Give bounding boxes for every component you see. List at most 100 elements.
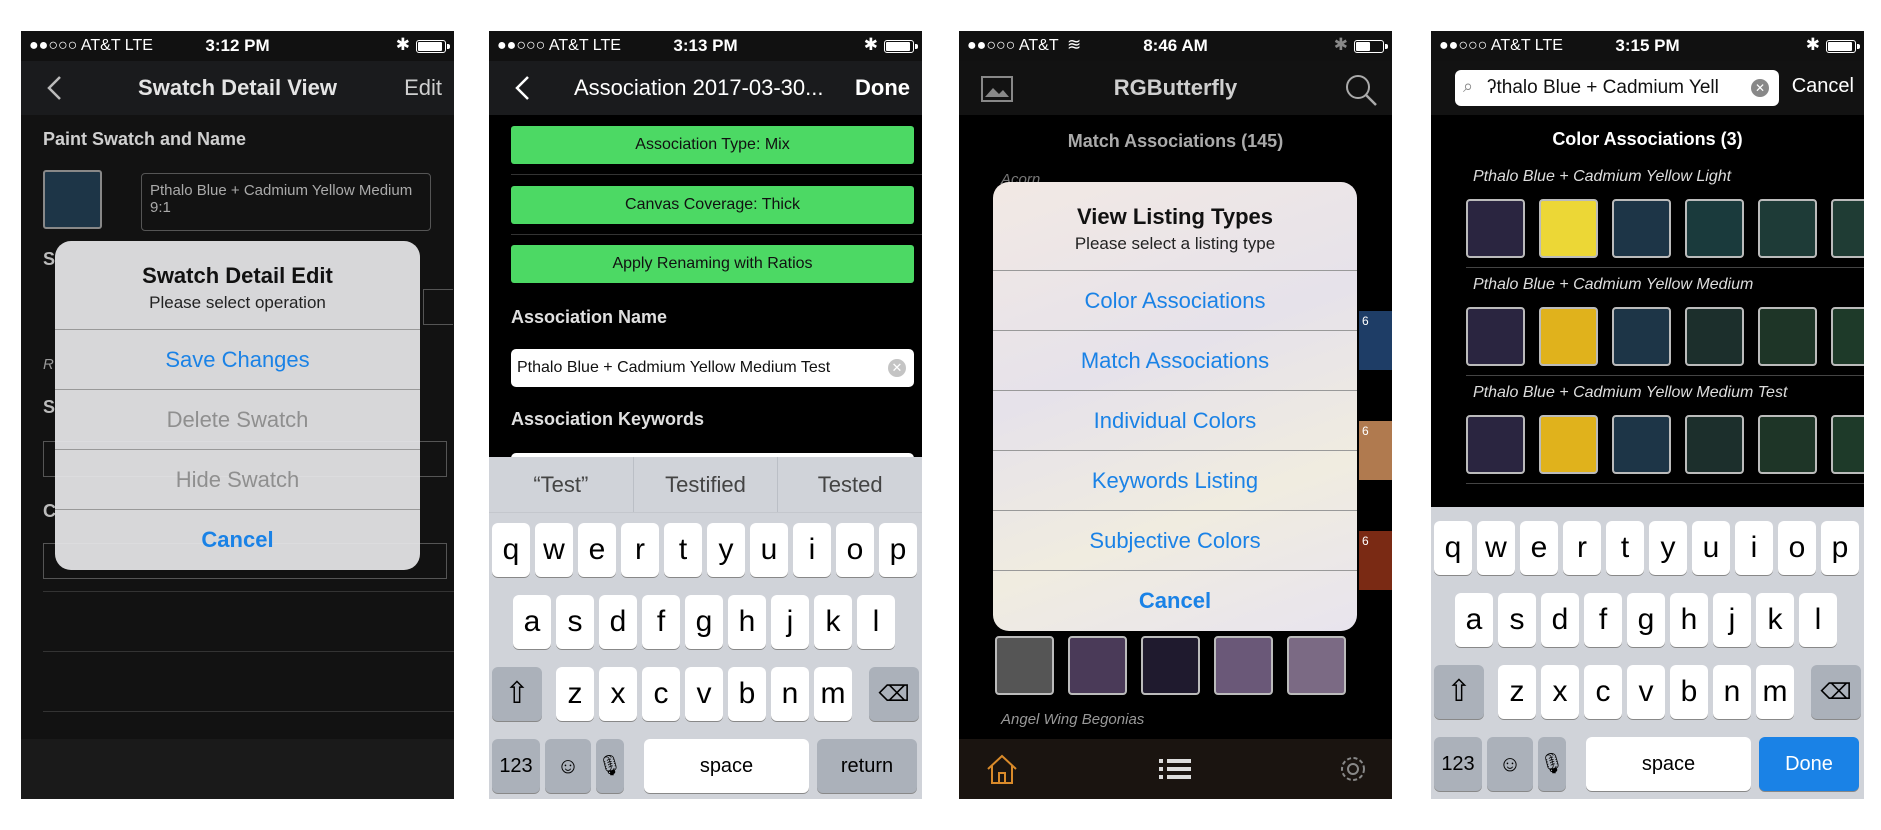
done-button[interactable]: Done [855, 75, 910, 101]
color-associations-option[interactable]: Color Associations [993, 271, 1357, 331]
key[interactable]: e [1520, 521, 1558, 575]
swatch[interactable] [1758, 199, 1817, 258]
canvas-coverage-button[interactable]: Canvas Coverage: Thick [511, 186, 914, 224]
key[interactable]: k [814, 595, 852, 649]
key[interactable]: x [599, 667, 637, 721]
key[interactable]: l [857, 595, 895, 649]
key[interactable]: h [728, 595, 766, 649]
key[interactable]: u [1692, 521, 1730, 575]
key[interactable]: a [513, 595, 551, 649]
cancel-button[interactable]: Cancel [993, 571, 1357, 631]
key[interactable]: c [642, 667, 680, 721]
individual-colors-option[interactable]: Individual Colors [993, 391, 1357, 451]
key[interactable]: i [793, 523, 831, 577]
key[interactable]: x [1541, 665, 1579, 719]
key[interactable]: b [728, 667, 766, 721]
key[interactable]: t [1606, 521, 1644, 575]
cancel-button[interactable]: Cancel [55, 510, 420, 570]
match-associations-option[interactable]: Match Associations [993, 331, 1357, 391]
key[interactable]: y [1649, 521, 1687, 575]
emoji-key-icon[interactable]: ☺ [1487, 737, 1533, 791]
key[interactable]: n [1713, 665, 1751, 719]
key[interactable]: m [814, 667, 852, 721]
key[interactable]: q [492, 523, 530, 577]
search-input[interactable]: ⌕ ʔthalo Blue + Cadmium Yell ✕ [1455, 70, 1779, 106]
key[interactable]: y [707, 523, 745, 577]
key[interactable]: o [836, 523, 874, 577]
key[interactable]: h [1670, 593, 1708, 647]
key[interactable]: i [1735, 521, 1773, 575]
swatch[interactable] [1612, 307, 1671, 366]
backspace-key-icon[interactable]: ⌫ [869, 667, 919, 721]
swatch[interactable] [995, 636, 1054, 695]
key[interactable]: q [1434, 521, 1472, 575]
key[interactable]: d [1541, 593, 1579, 647]
list-icon[interactable] [1159, 757, 1191, 781]
back-chevron-icon[interactable] [513, 75, 531, 101]
apply-renaming-button[interactable]: Apply Renaming with Ratios [511, 245, 914, 283]
swatch[interactable] [1466, 307, 1525, 366]
key[interactable]: b [1670, 665, 1708, 719]
key[interactable]: v [685, 667, 723, 721]
swatch[interactable] [1539, 307, 1598, 366]
swatch-thumbnail[interactable] [43, 170, 102, 229]
key[interactable]: k [1756, 593, 1794, 647]
association-name-input[interactable]: Pthalo Blue + Cadmium Yellow Medium Test… [511, 349, 914, 387]
swatch[interactable] [1758, 415, 1817, 474]
key[interactable]: s [1498, 593, 1536, 647]
swatch[interactable] [1287, 636, 1346, 695]
cancel-button[interactable]: Cancel [1792, 75, 1854, 98]
numbers-key[interactable]: 123 [1434, 737, 1482, 791]
subjective-colors-option[interactable]: Subjective Colors [993, 511, 1357, 571]
key[interactable]: l [1799, 593, 1837, 647]
key[interactable]: p [1821, 521, 1859, 575]
key[interactable]: o [1778, 521, 1816, 575]
suggestion[interactable]: “Test” [489, 457, 634, 512]
swatch[interactable] [1685, 415, 1744, 474]
key[interactable]: r [621, 523, 659, 577]
swatch[interactable] [1068, 636, 1127, 695]
suggestion[interactable]: Tested [778, 457, 922, 512]
key[interactable]: r [1563, 521, 1601, 575]
key[interactable]: s [556, 595, 594, 649]
delete-swatch-button[interactable]: Delete Swatch [55, 390, 420, 450]
key[interactable]: e [578, 523, 616, 577]
key[interactable]: j [771, 595, 809, 649]
space-key[interactable]: space [1586, 737, 1751, 791]
key[interactable]: w [1477, 521, 1515, 575]
key[interactable]: u [750, 523, 788, 577]
key[interactable]: w [535, 523, 573, 577]
input-field[interactable] [423, 289, 453, 325]
microphone-icon[interactable]: 🎙 [596, 739, 624, 793]
swatch-name-field[interactable]: Pthalo Blue + Cadmium Yellow Medium 9:1 [141, 173, 431, 231]
clear-icon[interactable]: ✕ [888, 359, 906, 377]
key[interactable]: c [1584, 665, 1622, 719]
key[interactable]: n [771, 667, 809, 721]
association-type-button[interactable]: Association Type: Mix [511, 126, 914, 164]
search-icon[interactable] [1344, 73, 1378, 107]
key[interactable]: d [599, 595, 637, 649]
key[interactable]: m [1756, 665, 1794, 719]
emoji-key-icon[interactable]: ☺ [545, 739, 591, 793]
swatch[interactable] [1758, 307, 1817, 366]
swatch[interactable] [1539, 199, 1598, 258]
microphone-icon[interactable]: 🎙 [1538, 737, 1566, 791]
key[interactable]: f [642, 595, 680, 649]
space-key[interactable]: space [644, 739, 809, 793]
save-changes-button[interactable]: Save Changes [55, 330, 420, 390]
key[interactable]: g [1627, 593, 1665, 647]
swatch[interactable] [1685, 307, 1744, 366]
keywords-listing-option[interactable]: Keywords Listing [993, 451, 1357, 511]
key[interactable]: j [1713, 593, 1751, 647]
return-key[interactable]: return [817, 739, 917, 793]
swatch[interactable] [1612, 199, 1671, 258]
swatch[interactable] [1831, 415, 1864, 474]
backspace-key-icon[interactable]: ⌫ [1811, 665, 1861, 719]
swatch[interactable] [1831, 199, 1864, 258]
swatch[interactable] [1141, 636, 1200, 695]
swatch[interactable] [1466, 199, 1525, 258]
swatch[interactable] [1466, 415, 1525, 474]
key[interactable]: p [879, 523, 917, 577]
done-key[interactable]: Done [1759, 737, 1859, 791]
numbers-key[interactable]: 123 [492, 739, 540, 793]
